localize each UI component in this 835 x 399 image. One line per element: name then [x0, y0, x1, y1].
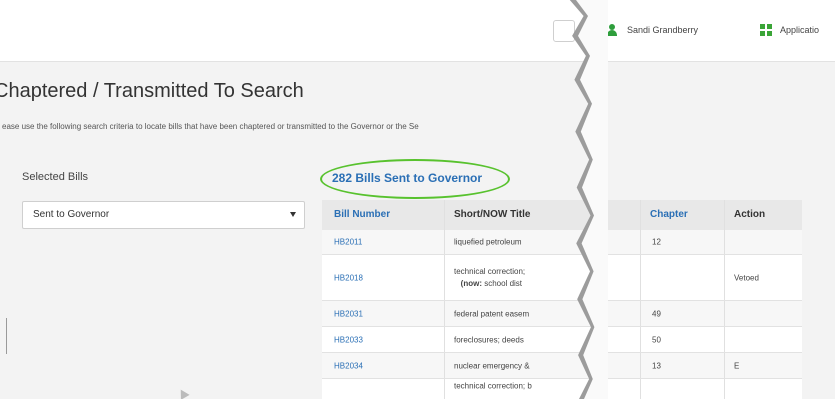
user-menu[interactable]: Sandi Grandberry	[607, 24, 698, 36]
mouse-cursor-icon	[176, 387, 190, 399]
table-row: HB2011 liquefied petroleum 12	[322, 230, 802, 255]
bills-table: Bill Number Short/NOW Title Chapter Acti…	[322, 200, 802, 399]
bill-link[interactable]: HB2033	[334, 335, 363, 344]
user-icon	[607, 24, 617, 36]
highlight-oval	[320, 159, 510, 199]
column-header-short-title[interactable]: Short/NOW Title	[454, 209, 530, 220]
bill-link[interactable]: HB2031	[334, 309, 363, 318]
chevron-down-icon	[290, 212, 296, 217]
bill-title: liquefied petroleum	[454, 237, 522, 247]
bill-title: foreclosures; deeds	[454, 335, 524, 344]
applications-label: Applicatio	[780, 25, 820, 35]
panel-edge	[0, 318, 7, 354]
bill-filter-value: Sent to Governor	[33, 209, 110, 220]
column-header-chapter[interactable]: Chapter	[650, 209, 688, 220]
table-row: HB2033 foreclosures; deeds 50	[322, 327, 802, 353]
bill-link[interactable]: HB2018	[334, 273, 363, 282]
table-row: technical correction; b	[322, 379, 802, 399]
bill-title: technical correction; (now: school dist	[454, 266, 574, 290]
bill-chapter: 49	[652, 309, 661, 318]
bill-link[interactable]: HB2034	[334, 361, 363, 370]
page-description: ease use the following search criteria t…	[2, 122, 419, 131]
bill-link[interactable]: HB2011	[334, 238, 362, 247]
page-title: Chaptered / Transmitted To Search	[0, 80, 304, 102]
apps-grid-icon	[760, 24, 772, 36]
bill-title-text: technical correction;	[454, 266, 526, 276]
bill-action: E	[734, 361, 740, 370]
table-header: Bill Number Short/NOW Title Chapter Acti…	[322, 200, 802, 230]
bill-chapter: 13	[652, 361, 661, 370]
table-row: HB2031 federal patent easem 49	[322, 301, 802, 327]
bill-now-label: (now:	[460, 278, 482, 288]
table-row: HB2018 technical correction; (now: schoo…	[322, 255, 802, 301]
bill-chapter: 50	[652, 335, 661, 344]
selected-bills-label: Selected Bills	[22, 171, 89, 183]
applications-menu[interactable]: Applicatio	[760, 24, 819, 36]
table-row: HB2034 nuclear emergency & 13 E	[322, 353, 802, 379]
column-header-bill-number[interactable]: Bill Number	[334, 209, 390, 220]
bill-title: technical correction; b	[454, 381, 532, 391]
column-header-action[interactable]: Action	[734, 209, 765, 220]
bill-title: nuclear emergency &	[454, 361, 530, 370]
bill-title: federal patent easem	[454, 309, 530, 318]
user-name: Sandi Grandberry	[627, 25, 699, 35]
bill-chapter: 12	[652, 237, 661, 247]
bill-action: Vetoed	[734, 273, 759, 282]
bill-now-text: school dist	[484, 278, 523, 288]
top-bar: Sandi Grandberry Applicatio	[0, 0, 835, 62]
bill-filter-select[interactable]: Sent to Governor	[22, 201, 305, 229]
menu-button[interactable]	[553, 20, 575, 42]
